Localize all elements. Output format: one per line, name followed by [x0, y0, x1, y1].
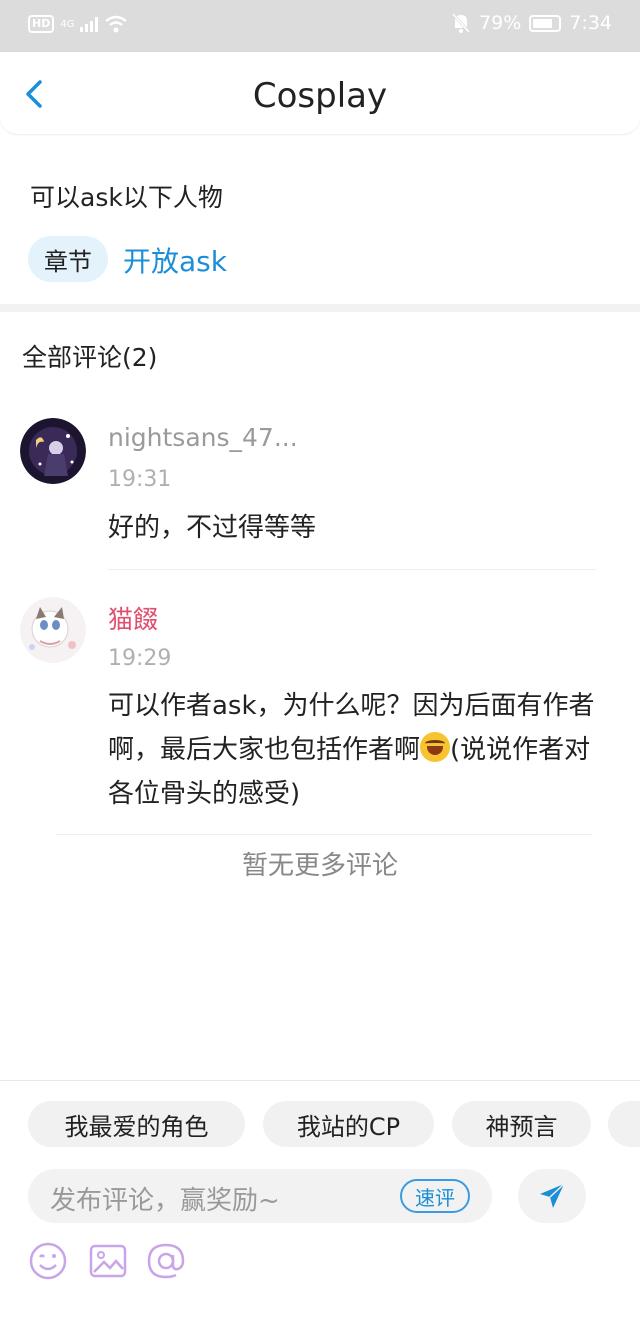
comment-time: 19:31	[108, 467, 172, 492]
avatar[interactable]	[20, 418, 86, 484]
avatar[interactable]	[20, 597, 86, 663]
comment-divider	[108, 569, 596, 570]
clock: 7:34	[569, 12, 612, 34]
bell-off-icon	[451, 13, 471, 33]
battery-icon	[529, 14, 562, 32]
quick-topic-chip[interactable]: 我最爱的角色	[28, 1101, 245, 1147]
emoji-icon[interactable]	[28, 1241, 68, 1281]
comments-heading: 全部评论(2)	[22, 343, 158, 372]
status-bar: HD 4G 79% 7:34	[0, 0, 640, 52]
send-button[interactable]	[518, 1169, 586, 1223]
send-icon	[540, 1183, 565, 1208]
intro-text: 可以ask以下人物	[30, 183, 223, 212]
network-type: 4G	[60, 18, 75, 30]
status-right: 79% 7:34	[451, 12, 612, 34]
app-header: Cosplay	[0, 52, 640, 134]
comment-text: 可以作者ask，为什么呢？因为后面有作者啊，最后大家也包括作者啊 (说说作者对各位…	[108, 684, 608, 816]
quick-topic-chip-partial[interactable]	[608, 1101, 640, 1147]
no-more-comments: 暂无更多评论	[241, 851, 398, 881]
comment-input[interactable]: 发布评论，赢奖励~ 速评	[28, 1169, 492, 1223]
signal-icon	[80, 16, 99, 32]
comment-username[interactable]: nightsans_47...	[108, 423, 298, 452]
battery-fill	[533, 18, 553, 28]
section-divider	[0, 304, 640, 312]
chapter-tag[interactable]: 章节	[28, 236, 108, 282]
quick-review-button[interactable]: 速评	[400, 1179, 470, 1213]
comment-username[interactable]: 猫餟	[108, 600, 158, 636]
open-ask-link[interactable]: 开放ask	[123, 240, 227, 280]
laughing-emoji-icon	[420, 732, 451, 762]
comment-divider	[56, 834, 592, 835]
hd-badge: HD	[28, 15, 55, 33]
page-title: Cosplay	[252, 76, 388, 116]
quick-topic-chip[interactable]: 神预言	[452, 1101, 591, 1147]
wifi-icon	[105, 15, 128, 33]
status-left: HD 4G	[28, 14, 128, 34]
comment-time: 19:29	[108, 646, 172, 671]
comment-composer: 我最爱的角色 我站的CP 神预言 发布评论，赢奖励~ 速评	[0, 1080, 640, 1330]
comment-input-placeholder: 发布评论，赢奖励~	[50, 1186, 280, 1216]
quick-topic-chip[interactable]: 我站的CP	[263, 1101, 434, 1147]
image-icon[interactable]	[88, 1241, 128, 1281]
at-icon[interactable]	[146, 1241, 186, 1281]
comment-text: 好的，不过得等等	[108, 513, 317, 543]
battery-percent: 79%	[479, 12, 522, 34]
